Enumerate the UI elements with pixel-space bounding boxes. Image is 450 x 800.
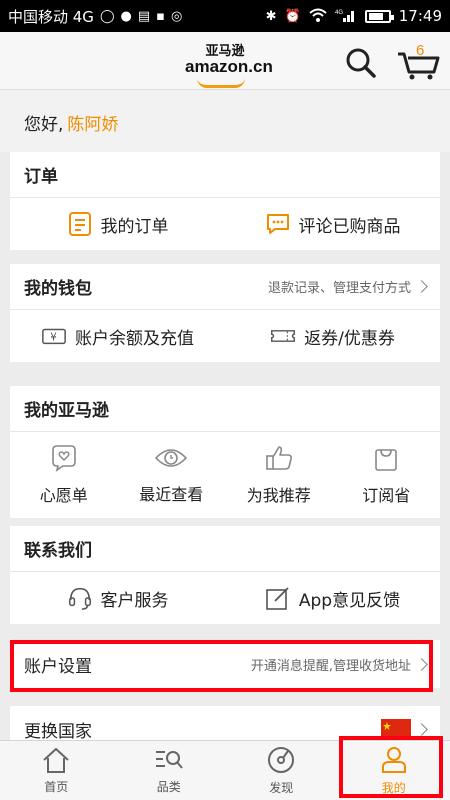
wishlist-label: 心愿单 [39, 486, 88, 505]
wallet-title: 我的钱包 [24, 279, 92, 299]
my-orders-button[interactable]: 我的订单 [10, 198, 225, 250]
bluetooth-icon: ✱ [265, 8, 277, 24]
category-search-icon [155, 751, 183, 769]
my-orders-label: 我的订单 [100, 216, 169, 237]
wishlist-button[interactable]: 心愿单 [10, 432, 118, 518]
recently-viewed-button[interactable]: 最近查看 [118, 432, 226, 518]
balance-topup-button[interactable]: ¥ 账户余额及充值 [10, 310, 225, 362]
user-name[interactable]: 陈阿娇 [67, 115, 118, 135]
network-type-label: 4G [335, 10, 343, 16]
image-icon: ▤ [137, 8, 151, 24]
yen-card-icon: ¥ [41, 323, 67, 349]
signal-icon: 4G [335, 8, 357, 25]
headset-icon [67, 585, 93, 611]
orders-card: 订单 我的订单 评论已购商品 [10, 152, 440, 250]
amazon-logo[interactable]: 亚马逊 amazon.cn [185, 40, 273, 88]
tab-home[interactable]: 首页 [0, 741, 113, 800]
tab-home-label: 首页 [44, 780, 69, 794]
coupons-button[interactable]: 返券/优惠券 [225, 310, 440, 362]
logo-smile-icon [197, 78, 245, 88]
my-amazon-title: 我的亚马逊 [10, 386, 440, 432]
change-country-title: 更换国家 [24, 721, 92, 742]
chat-bubble-icon: ◯ [99, 8, 115, 24]
app-header: 亚马逊 amazon.cn 6 [0, 32, 450, 90]
subscribe-save-label: 订阅省 [362, 486, 411, 505]
wallet-meta: 退款记录、管理支付方式 [267, 281, 411, 296]
eye-icon [155, 449, 188, 467]
comment-icon [265, 211, 291, 237]
highlight-tab-me [339, 736, 443, 798]
wifi-icon [309, 8, 327, 25]
discover-icon [268, 747, 295, 773]
contact-title: 联系我们 [10, 526, 440, 572]
recently-viewed-label: 最近查看 [139, 485, 204, 504]
alarm-icon: ⏰ [284, 8, 301, 24]
tab-categories-label: 品类 [156, 780, 181, 794]
carrier-label: 中国移动 4G [8, 7, 94, 26]
wish-icon [51, 445, 76, 472]
chevron-right-icon [415, 722, 428, 736]
balance-topup-label: 账户余额及充值 [75, 328, 194, 349]
status-bar: 中国移动 4G ◯ ● ▤ ▪ ◎ ✱ ⏰ 4G 17:49 [0, 0, 450, 32]
clock-label: 17:49 [398, 7, 442, 25]
greeting-hello: 您好, [24, 115, 64, 135]
contact-card: 联系我们 客户服务 App意见反馈 [10, 526, 440, 624]
coupons-label: 返券/优惠券 [304, 328, 395, 349]
order-list-icon [67, 211, 93, 237]
orders-title: 订单 [10, 152, 440, 198]
recommended-label: 为我推荐 [246, 486, 311, 505]
orders-title-text: 订单 [24, 167, 58, 187]
thumbs-up-icon [265, 446, 292, 470]
app-feedback-label: App意见反馈 [298, 590, 401, 611]
app-feedback-button[interactable]: App意见反馈 [225, 572, 440, 624]
app-notification-icon: ▪ [156, 8, 165, 24]
svg-text:¥: ¥ [50, 333, 57, 344]
home-icon [43, 747, 69, 773]
greeting: 您好, 陈阿娇 [0, 90, 450, 152]
review-purchases-label: 评论已购商品 [298, 216, 401, 237]
mobile-app-icon: ◎ [170, 8, 183, 24]
bag-icon [375, 449, 398, 471]
subscribe-save-button[interactable]: 订阅省 [333, 432, 441, 518]
my-amazon-title-text: 我的亚马逊 [24, 401, 109, 421]
recommended-button[interactable]: 为我推荐 [225, 432, 333, 518]
feedback-icon [265, 585, 291, 611]
wallet-header[interactable]: 我的钱包 退款记录、管理支付方式 [10, 264, 440, 310]
search-icon [346, 48, 376, 78]
my-amazon-card: 我的亚马逊 心愿单 最近查看 为我推荐 订阅省 [10, 386, 440, 518]
cart-button[interactable]: 6 [396, 42, 440, 82]
customer-service-label: 客户服务 [100, 590, 169, 611]
contact-title-text: 联系我们 [24, 541, 92, 561]
wechat-icon: ● [120, 8, 132, 24]
cart-count-badge: 6 [416, 42, 425, 59]
chevron-right-icon [415, 280, 428, 293]
wallet-card: 我的钱包 退款记录、管理支付方式 ¥ 账户余额及充值 返券/优惠券 [10, 264, 440, 362]
tab-categories[interactable]: 品类 [113, 741, 226, 800]
tab-discover-label: 发现 [269, 781, 294, 795]
search-button[interactable] [344, 46, 378, 80]
coupon-icon [270, 323, 296, 349]
customer-service-button[interactable]: 客户服务 [10, 572, 225, 624]
review-purchases-button[interactable]: 评论已购商品 [225, 198, 440, 250]
battery-icon [364, 9, 394, 23]
logo-en-text: amazon.cn [185, 57, 273, 76]
tab-discover[interactable]: 发现 [225, 741, 338, 800]
highlight-account-settings [10, 640, 433, 692]
